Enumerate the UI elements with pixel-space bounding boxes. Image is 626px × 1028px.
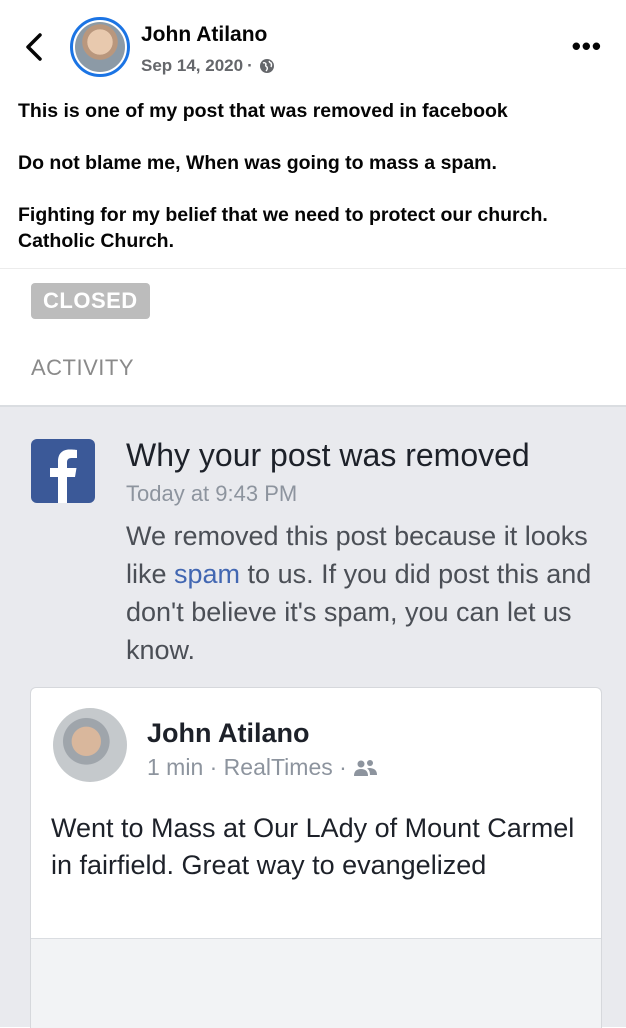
facebook-logo-icon (31, 439, 95, 503)
card-meta: 1 min · RealTimes · (147, 754, 379, 781)
notice-title: Why your post was removed (126, 437, 530, 473)
attached-screenshot[interactable]: CLOSED ACTIVITY Why your post was remove… (0, 268, 626, 1028)
removed-post-card: John Atilano 1 min · RealTimes · Went to… (30, 687, 602, 1028)
status-badge: CLOSED (31, 283, 150, 319)
caption-line: This is one of my post that was removed … (18, 100, 508, 122)
notification-panel: Why your post was removed Today at 9:43 … (0, 405, 626, 1028)
post-date[interactable]: Sep 14, 2020 (141, 56, 243, 76)
chevron-left-icon (26, 33, 42, 61)
author-avatar[interactable] (70, 17, 130, 77)
post-meta: Sep 14, 2020 · (141, 56, 275, 76)
facebook-f-icon (50, 449, 77, 503)
notice-body: We removed this post because it looks li… (126, 517, 596, 669)
caption-line: Do not blame me, When was going to mass … (18, 152, 497, 174)
card-meta-text: 1 min · RealTimes · (147, 754, 347, 780)
post-header: John Atilano Sep 14, 2020 · ••• (0, 0, 626, 90)
notice-timestamp: Today at 9:43 PM (126, 481, 298, 506)
spam-link[interactable]: spam (174, 559, 240, 589)
meta-separator: · (247, 56, 253, 75)
caption-line: Fighting for my belief that we need to p… (18, 204, 548, 252)
friends-icon (353, 759, 377, 776)
avatar (53, 708, 127, 782)
more-horizontal-icon: ••• (571, 31, 602, 61)
author-name[interactable]: John Atilano (141, 23, 267, 47)
card-footer (31, 939, 601, 1028)
card-author-name: John Atilano (147, 718, 310, 748)
back-button[interactable] (20, 30, 48, 64)
avatar (75, 22, 125, 72)
post-caption: This is one of my post that was removed … (18, 98, 608, 254)
section-label: ACTIVITY (31, 355, 135, 380)
card-post-text: Went to Mass at Our LAdy of Mount Carmel… (51, 813, 575, 880)
more-options-button[interactable]: ••• (572, 33, 602, 59)
globe-icon (259, 59, 274, 73)
